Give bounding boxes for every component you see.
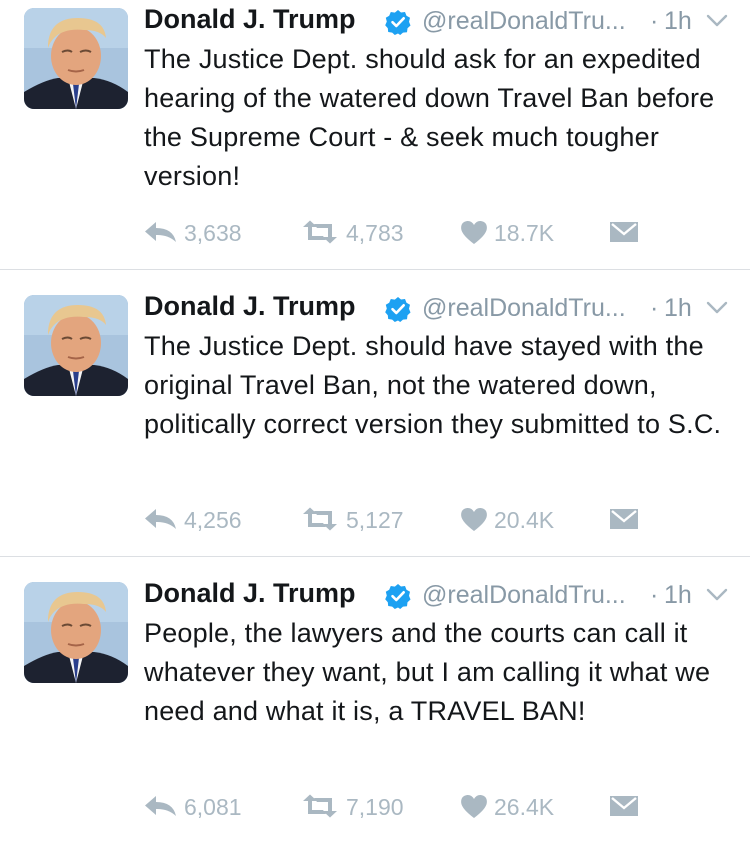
verified-badge-icon [385,584,411,609]
display-name[interactable]: Donald J. Trump [144,578,356,609]
reply-count: 6,081 [184,794,242,820]
direct-message-button[interactable] [610,503,640,537]
user-handle[interactable]: @realDonaldTru... [422,7,626,36]
retweet-count: 5,127 [346,507,404,533]
direct-message-button[interactable] [610,790,640,824]
like-count: 20.4K [494,507,555,533]
avatar[interactable] [24,582,128,683]
tweet-header: Donald J. Trump @realDonaldTru... · 1h [144,289,734,327]
like-button[interactable]: 18.7K [460,216,580,250]
reply-icon [145,796,176,816]
reply-button[interactable]: 6,081 [144,790,264,824]
reply-button[interactable]: 4,256 [144,503,264,537]
direct-message-icon [610,222,638,242]
chevron-down-icon[interactable] [706,14,728,28]
retweet-count: 7,190 [346,794,404,820]
tweet[interactable]: Donald J. Trump @realDonaldTru... · 1h T… [0,0,750,287]
direct-message-button[interactable] [610,216,640,250]
timestamp[interactable]: 1h [664,7,692,36]
like-count: 26.4K [494,794,555,820]
user-handle[interactable]: @realDonaldTru... [422,294,626,323]
display-name[interactable]: Donald J. Trump [144,4,356,35]
verified-badge-icon [385,10,411,35]
retweet-icon [303,507,337,531]
tweet-actions: 6,081 7,190 26.4K [144,790,664,824]
like-count: 18.7K [494,220,555,246]
retweet-count: 4,783 [346,220,404,246]
reply-count: 3,638 [184,220,242,246]
avatar[interactable] [24,295,128,396]
retweet-icon [303,220,337,244]
user-handle[interactable]: @realDonaldTru... [422,581,626,610]
heart-icon [461,220,487,244]
avatar[interactable] [24,8,128,109]
tweet-header: Donald J. Trump @realDonaldTru... · 1h [144,576,734,614]
divider [0,269,750,270]
separator-dot: · [650,581,659,609]
heart-icon [461,507,487,531]
reply-button[interactable]: 3,638 [144,216,264,250]
tweet-text: The Justice Dept. should ask for an expe… [144,44,715,191]
retweet-icon [303,794,337,818]
separator-dot: · [650,7,659,35]
reply-icon [145,509,176,529]
tweet-header: Donald J. Trump @realDonaldTru... · 1h [144,2,734,40]
divider [0,556,750,557]
reply-icon [145,222,176,242]
separator-dot: · [650,294,659,322]
like-button[interactable]: 20.4K [460,503,580,537]
chevron-down-icon[interactable] [706,301,728,315]
reply-count: 4,256 [184,507,242,533]
tweet-text: People, the lawyers and the courts can c… [144,618,711,726]
retweet-button[interactable]: 7,190 [300,790,430,824]
direct-message-icon [610,509,638,529]
retweet-button[interactable]: 4,783 [300,216,430,250]
timestamp[interactable]: 1h [664,294,692,323]
chevron-down-icon[interactable] [706,588,728,602]
tweet[interactable]: Donald J. Trump @realDonaldTru... · 1h T… [0,287,750,574]
display-name[interactable]: Donald J. Trump [144,291,356,322]
direct-message-icon [610,796,638,816]
heart-icon [461,794,487,818]
timestamp[interactable]: 1h [664,581,692,610]
tweet-actions: 3,638 4,783 18.7K [144,216,664,250]
retweet-button[interactable]: 5,127 [300,503,430,537]
like-button[interactable]: 26.4K [460,790,580,824]
tweet-text: The Justice Dept. should have stayed wit… [144,331,722,439]
tweet-actions: 4,256 5,127 20.4K [144,503,664,537]
verified-badge-icon [385,297,411,322]
tweet[interactable]: Donald J. Trump @realDonaldTru... · 1h P… [0,574,750,861]
